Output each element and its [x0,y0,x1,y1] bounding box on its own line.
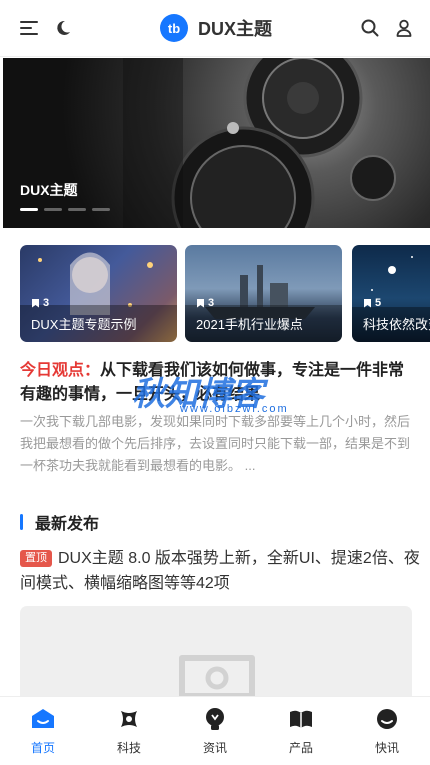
card-caption: DUX主题专题示例 [31,317,137,332]
card-count: 3 [32,297,49,309]
card-caption: 2021手机行业爆点 [196,317,303,332]
bookmark-icon [364,298,371,308]
home-icon [31,707,55,731]
tech-icon [117,707,141,731]
product-icon [289,707,313,731]
user-icon[interactable] [393,17,415,39]
tab-tech[interactable]: 科技 [86,697,172,765]
flash-icon [375,707,399,731]
slider-dot[interactable] [20,208,38,211]
slider-dot[interactable] [68,208,86,211]
viewpoint-tag: 今日观点： [20,362,101,379]
site-logo[interactable]: tb DUX主题 [160,14,272,42]
tab-news[interactable]: 资讯 [172,697,258,765]
menu-icon[interactable] [18,17,40,39]
bookmark-icon [32,298,39,308]
slider-dot[interactable] [92,208,110,211]
card-caption: 科技依然改变 [363,317,430,332]
logo-text: DUX主题 [198,19,273,39]
tab-label: 首页 [30,741,55,755]
tab-product[interactable]: 产品 [258,697,344,765]
section-marker [20,514,23,530]
slider-dot[interactable] [44,208,62,211]
topic-cards: 3 DUX主题专题示例 3 2021手机行业爆点 5 科技依然改变 [20,245,430,342]
section-title: 最新发布 [35,516,100,533]
post-title[interactable]: 置顶 DUX主题 8.0 版本强势上新，全新UI、提速2倍、夜间模式、横幅缩略图等… [20,546,420,596]
section-header: 最新发布 [20,510,99,534]
viewpoint-desc: 一次我下载几部电影，发现如果同时下载多部要等上几个小时，然后我把最想看的做个先后… [20,414,411,473]
topic-card[interactable]: 3 DUX主题专题示例 [20,245,177,342]
camera-image [123,58,396,228]
topic-card[interactable]: 3 2021手机行业爆点 [185,245,342,342]
image-placeholder-icon [179,655,255,699]
banner-slider[interactable]: DUX主题 [3,58,430,228]
slider-dots [20,208,110,211]
tab-label: 产品 [288,741,313,755]
tab-label: 资讯 [202,741,227,755]
moon-icon[interactable] [52,17,74,39]
post-thumbnail[interactable] [20,606,412,706]
sticky-badge: 置顶 [20,550,52,567]
logo-badge: tb [160,14,188,42]
news-icon [203,707,227,731]
bottom-tabbar: 首页 科技 资讯 产品 快讯 [0,696,430,765]
card-count: 3 [197,297,214,309]
watermark-url: www.oibzwl.com [180,403,289,415]
bookmark-icon [197,298,204,308]
banner-title: DUX主题 [20,182,78,198]
topic-card[interactable]: 5 科技依然改变 [352,245,430,342]
card-count: 5 [364,297,381,309]
tab-home[interactable]: 首页 [0,697,86,765]
tab-flash[interactable]: 快讯 [344,697,430,765]
top-header: tb DUX主题 [0,0,430,57]
tab-label: 科技 [116,741,141,755]
search-icon[interactable] [359,17,381,39]
tab-label: 快讯 [374,741,399,755]
